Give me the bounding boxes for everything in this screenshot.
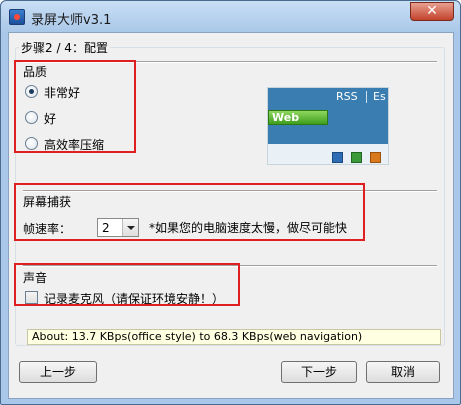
preview-swatch-green xyxy=(351,152,362,163)
app-window: 录屏大师v3.1 ✕ 步骤2 / 4：配置 品质 非常好 好 高效率压缩 RSS… xyxy=(0,0,461,405)
preview-web-button: Web xyxy=(268,110,328,125)
window-title: 录屏大师v3.1 xyxy=(31,13,112,28)
quality-highlight-box xyxy=(14,60,136,153)
cancel-button[interactable]: 取消 xyxy=(366,361,440,383)
dialog-client-area: 步骤2 / 4：配置 品质 非常好 好 高效率压缩 RSS Es Web 屏幕捕… xyxy=(8,32,454,399)
close-button[interactable]: ✕ xyxy=(410,2,454,21)
preview-separator xyxy=(366,91,367,103)
preview-swatch-blue xyxy=(332,152,343,163)
preview-header: RSS Es Web xyxy=(268,88,388,144)
prev-button[interactable]: 上一步 xyxy=(19,361,97,383)
bitrate-info-bar: About: 13.7 KBps(office style) to 68.3 K… xyxy=(27,329,441,345)
preview-rss-text: RSS xyxy=(336,90,358,103)
preview-es-text: Es xyxy=(373,90,386,103)
step-label: 步骤2 / 4：配置 xyxy=(19,39,110,56)
app-icon xyxy=(9,9,25,25)
title-bar[interactable]: 录屏大师v3.1 ✕ xyxy=(1,1,460,33)
next-button[interactable]: 下一步 xyxy=(281,361,357,383)
audio-highlight-box xyxy=(14,263,240,306)
capture-highlight-box xyxy=(14,183,365,241)
preview-swatch-orange xyxy=(370,152,381,163)
quality-preview-image: RSS Es Web xyxy=(267,87,389,165)
